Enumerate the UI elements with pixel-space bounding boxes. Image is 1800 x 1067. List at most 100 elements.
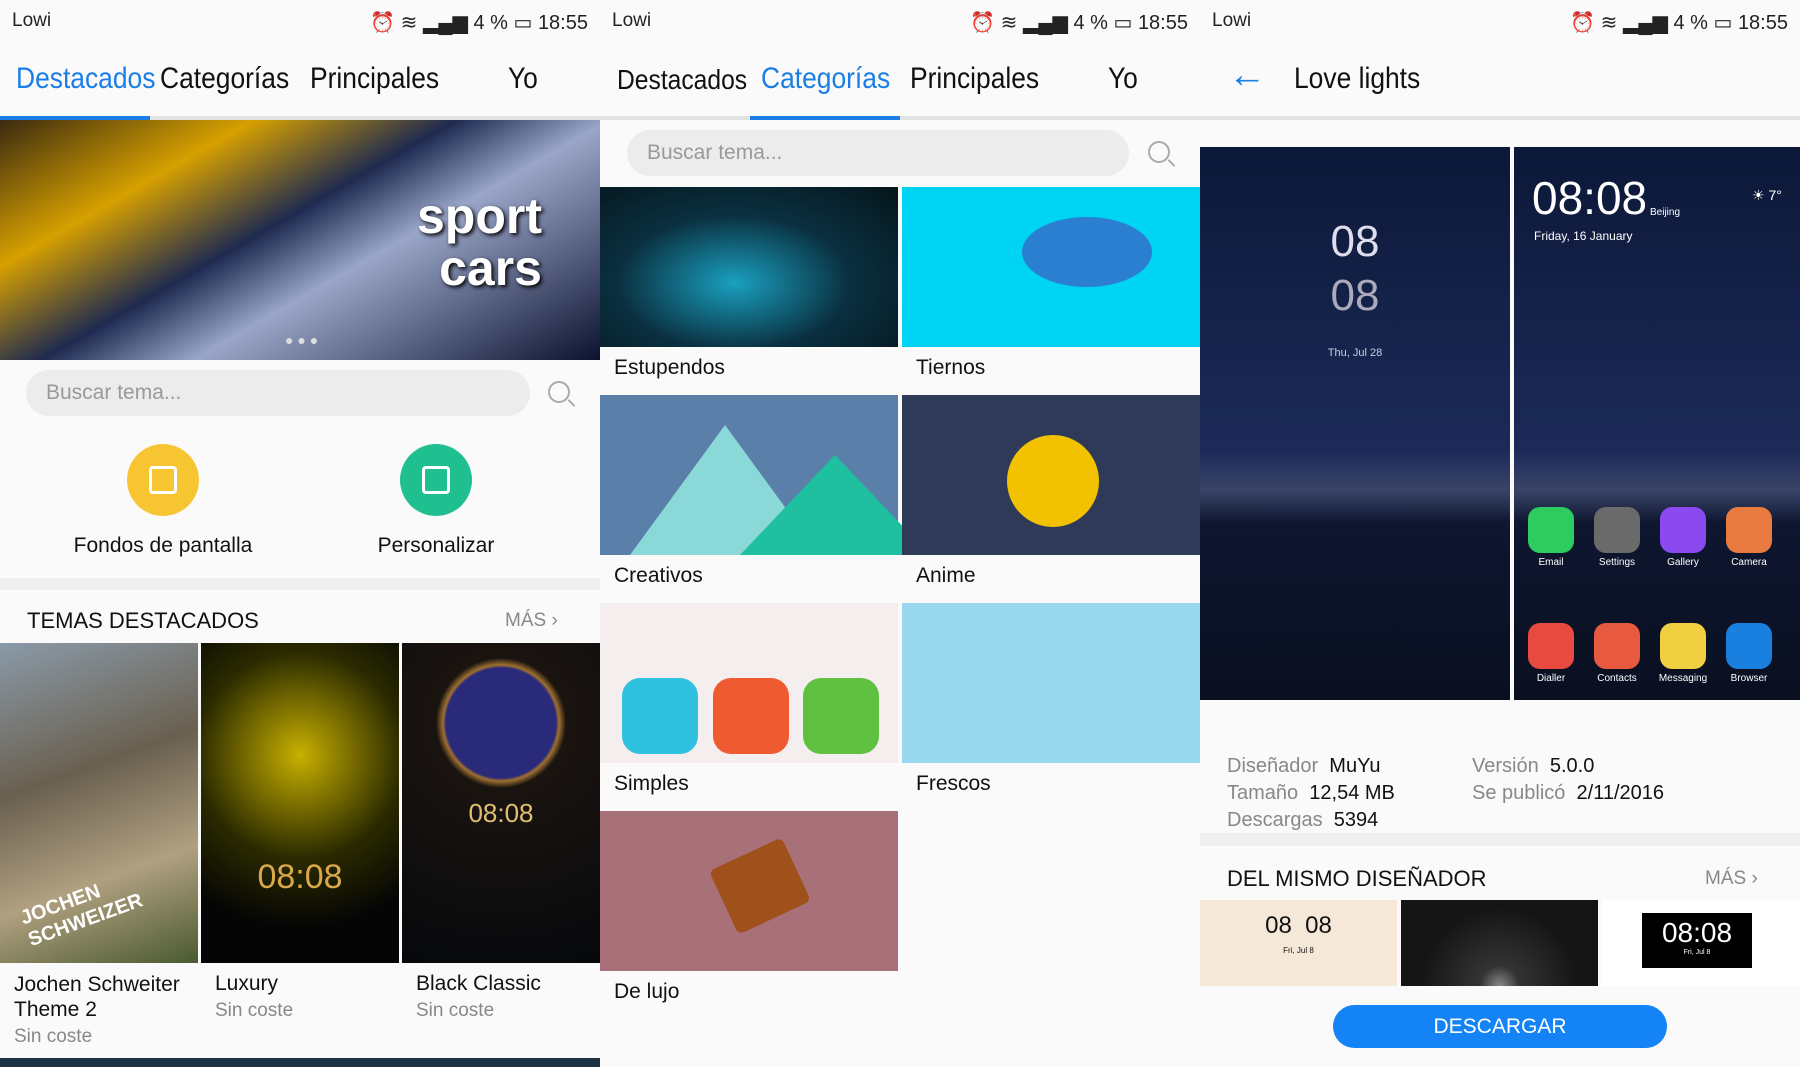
tab-yo[interactable]: Yo <box>1108 62 1138 96</box>
clock: 18:55 <box>1737 12 1788 34</box>
theme-thumb[interactable]: 08:08 <box>402 643 600 963</box>
theme-title[interactable]: Luxury <box>215 972 278 996</box>
tab-principales[interactable]: Principales <box>910 62 1039 96</box>
category-label: Tiernos <box>916 356 986 379</box>
preview-time: 08:08 <box>1532 172 1648 224</box>
carousel-dots[interactable]: ● ● ● <box>285 332 318 348</box>
page-title: Love lights <box>1294 62 1421 95</box>
designer-theme-thumb[interactable]: 08 08 Fri, Jul 8 <box>1200 900 1397 986</box>
preview-app-label: Messaging <box>1658 673 1708 684</box>
preview-app-label: Settings <box>1598 557 1636 568</box>
designer-theme-thumb[interactable]: 08:08 Fri, Jul 8 <box>1602 900 1800 986</box>
category-label: Anime <box>916 564 976 587</box>
status-bar: Lowi ⏰ ≋ ▂▄▆ 4 % ▭ 18:55 <box>612 10 1188 34</box>
category-tile-simples[interactable] <box>600 603 898 763</box>
theme-thumb[interactable]: 08:08 <box>201 643 399 963</box>
category-label: Frescos <box>916 772 991 795</box>
status-icons: ⏰ ≋ ▂▄▆ <box>1570 12 1674 34</box>
version-label: Versión <box>1472 755 1539 777</box>
preview-hour: 08 <box>1330 217 1380 266</box>
more-link[interactable]: MÁS › <box>1705 868 1758 890</box>
theme-price: Sin coste <box>215 1000 294 1021</box>
search-input[interactable]: Buscar tema... <box>26 370 530 416</box>
categories-panel: Lowi ⏰ ≋ ▂▄▆ 4 % ▭ 18:55 Destacados Cate… <box>600 0 1200 1067</box>
category-tile-de-lujo[interactable] <box>600 811 898 971</box>
preview-app-icon <box>1726 507 1772 553</box>
status-bar: Lowi ⏰ ≋ ▂▄▆ 4 % ▭ 18:55 <box>1212 10 1788 34</box>
active-tab-indicator <box>750 116 900 120</box>
search-icon[interactable] <box>548 381 570 403</box>
size-label: Tamaño <box>1227 782 1299 804</box>
thumb-date: Fri, Jul 8 <box>1283 946 1314 955</box>
theme-thumb[interactable]: JOCHEN SCHWEIZER <box>0 643 198 963</box>
theme-title[interactable]: Black Classic <box>416 972 541 996</box>
carrier: Lowi <box>12 10 52 31</box>
customize-button[interactable] <box>400 444 472 516</box>
preview-app-icon <box>1660 507 1706 553</box>
category-tile-tiernos[interactable] <box>902 187 1200 347</box>
battery-level: 4 % <box>1073 12 1108 34</box>
thumb-clock: 08:08 <box>1661 917 1733 948</box>
section-title: DEL MISMO DISEÑADOR <box>1227 866 1487 891</box>
divider <box>1200 833 1800 846</box>
preview-app-label: Camera <box>1731 557 1767 568</box>
preview-app-icon <box>1594 507 1640 553</box>
designer-theme-thumb[interactable] <box>1401 900 1598 986</box>
wallpaper-button[interactable] <box>127 444 199 516</box>
tab-categorias[interactable]: Categorías <box>761 62 890 96</box>
category-tile-anime[interactable] <box>902 395 1200 555</box>
more-link[interactable]: MÁS › <box>505 610 558 632</box>
preview-app-icon <box>1528 507 1574 553</box>
tab-bar: Destacados Categorías Principales Yo <box>0 40 600 120</box>
preview-minute: 08 <box>1330 271 1380 320</box>
size-value: 12,54 MB <box>1309 782 1395 804</box>
tab-yo[interactable]: Yo <box>508 62 538 96</box>
divider <box>0 578 600 590</box>
downloads-label: Descargas <box>1227 809 1323 831</box>
preview-date: Thu, Jul 28 <box>1327 347 1383 359</box>
designer-value[interactable]: MuYu <box>1329 755 1380 777</box>
published-value: 2/11/2016 <box>1576 782 1665 804</box>
homescreen-preview[interactable]: 08:08 Beijing Friday, 16 January ☀ 7° Em… <box>1514 147 1800 700</box>
tab-destacados[interactable]: Destacados <box>16 62 155 96</box>
banner-text: sport <box>417 188 542 244</box>
category-tile-frescos[interactable] <box>902 603 1200 763</box>
clock: 18:55 <box>1137 12 1188 34</box>
search-input[interactable]: Buscar tema... <box>627 130 1129 176</box>
preview-weather: 7° <box>1768 187 1782 203</box>
more-label: MÁS <box>505 610 547 631</box>
category-label: De lujo <box>614 980 680 1003</box>
category-tile-creativos[interactable] <box>600 395 930 555</box>
download-button[interactable]: DESCARGAR <box>1333 1005 1667 1048</box>
tab-principales[interactable]: Principales <box>310 62 439 96</box>
tab-categorias[interactable]: Categorías <box>160 62 289 96</box>
preview-app-label: Contacts <box>1597 673 1637 684</box>
category-label: Estupendos <box>614 356 725 379</box>
preview-app-icon <box>1660 623 1706 669</box>
preview-app-label: Email <box>1538 557 1564 568</box>
thumb-clock: 08:08 <box>257 858 343 896</box>
published-label: Se publicó <box>1472 782 1566 804</box>
preview-city: Beijing <box>1650 207 1681 218</box>
status-icons: ⏰ ≋ ▂▄▆ <box>970 12 1074 34</box>
tab-bar: Destacados Categorías Principales Yo <box>600 40 1200 120</box>
tab-destacados[interactable]: Destacados <box>617 64 747 96</box>
category-tile-estupendos[interactable] <box>600 187 898 347</box>
status-icons: ⏰ ≋ ▂▄▆ <box>370 12 474 34</box>
featured-banner[interactable]: sport cars ● ● ● <box>0 120 600 360</box>
preview-app-icon <box>1528 623 1574 669</box>
featured-panel: Lowi ⏰ ≋ ▂▄▆ 4 % ▭ 18:55 Destacados Cate… <box>0 0 600 1067</box>
thumb-clock: 08 08 <box>1265 912 1332 939</box>
version-value: 5.0.0 <box>1549 755 1595 777</box>
back-arrow-icon[interactable]: ← <box>1228 54 1266 97</box>
downloads-value: 5394 <box>1333 809 1379 831</box>
lockscreen-preview[interactable]: 08 08 Thu, Jul 28 <box>1200 147 1510 700</box>
status-bar: Lowi ⏰ ≋ ▂▄▆ 4 % ▭ 18:55 <box>12 10 588 34</box>
thumb-overlay-text: JOCHEN SCHWEIZER <box>17 880 146 952</box>
battery-level: 4 % <box>1673 12 1708 34</box>
search-icon[interactable] <box>1148 141 1170 163</box>
theme-title[interactable]: Jochen Schweiter Theme 2 <box>14 972 194 1022</box>
carrier: Lowi <box>612 10 652 31</box>
clock: 18:55 <box>537 12 588 34</box>
banner-text: cars <box>439 240 542 296</box>
